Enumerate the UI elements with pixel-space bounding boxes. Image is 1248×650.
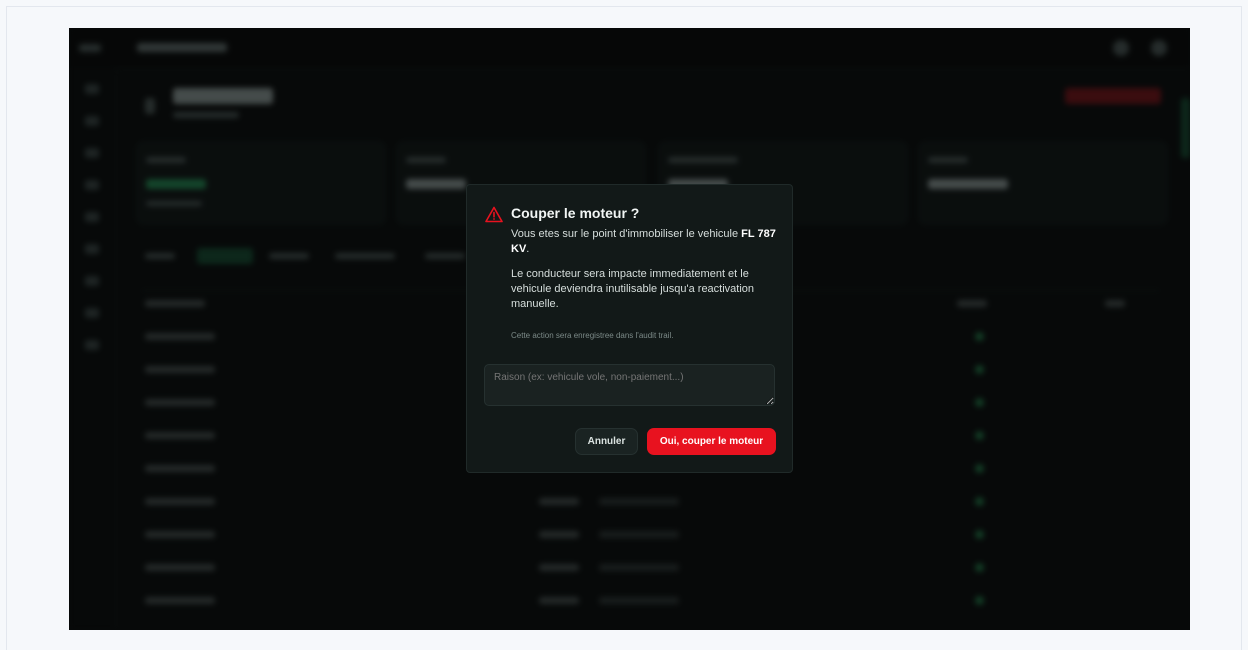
desc-suffix: . — [526, 243, 530, 255]
confirm-cut-engine-button[interactable]: Oui, couper le moteur — [647, 428, 776, 455]
confirm-dialog: Couper le moteur ? Vous etes sur le poin… — [466, 184, 793, 473]
reason-input[interactable] — [484, 364, 775, 406]
desc-prefix: Vous etes sur le point d'immobiliser le … — [511, 228, 742, 240]
audit-note: Cette action sera enregistree dans l'aud… — [511, 331, 674, 340]
warning-triangle-icon — [485, 206, 503, 223]
impact-text: Le conducteur sera impacte immediatement… — [511, 268, 755, 310]
cancel-button[interactable]: Annuler — [575, 428, 638, 455]
dialog-description: Vous etes sur le point d'immobiliser le … — [511, 227, 781, 322]
dialog-title: Couper le moteur ? — [511, 205, 640, 221]
